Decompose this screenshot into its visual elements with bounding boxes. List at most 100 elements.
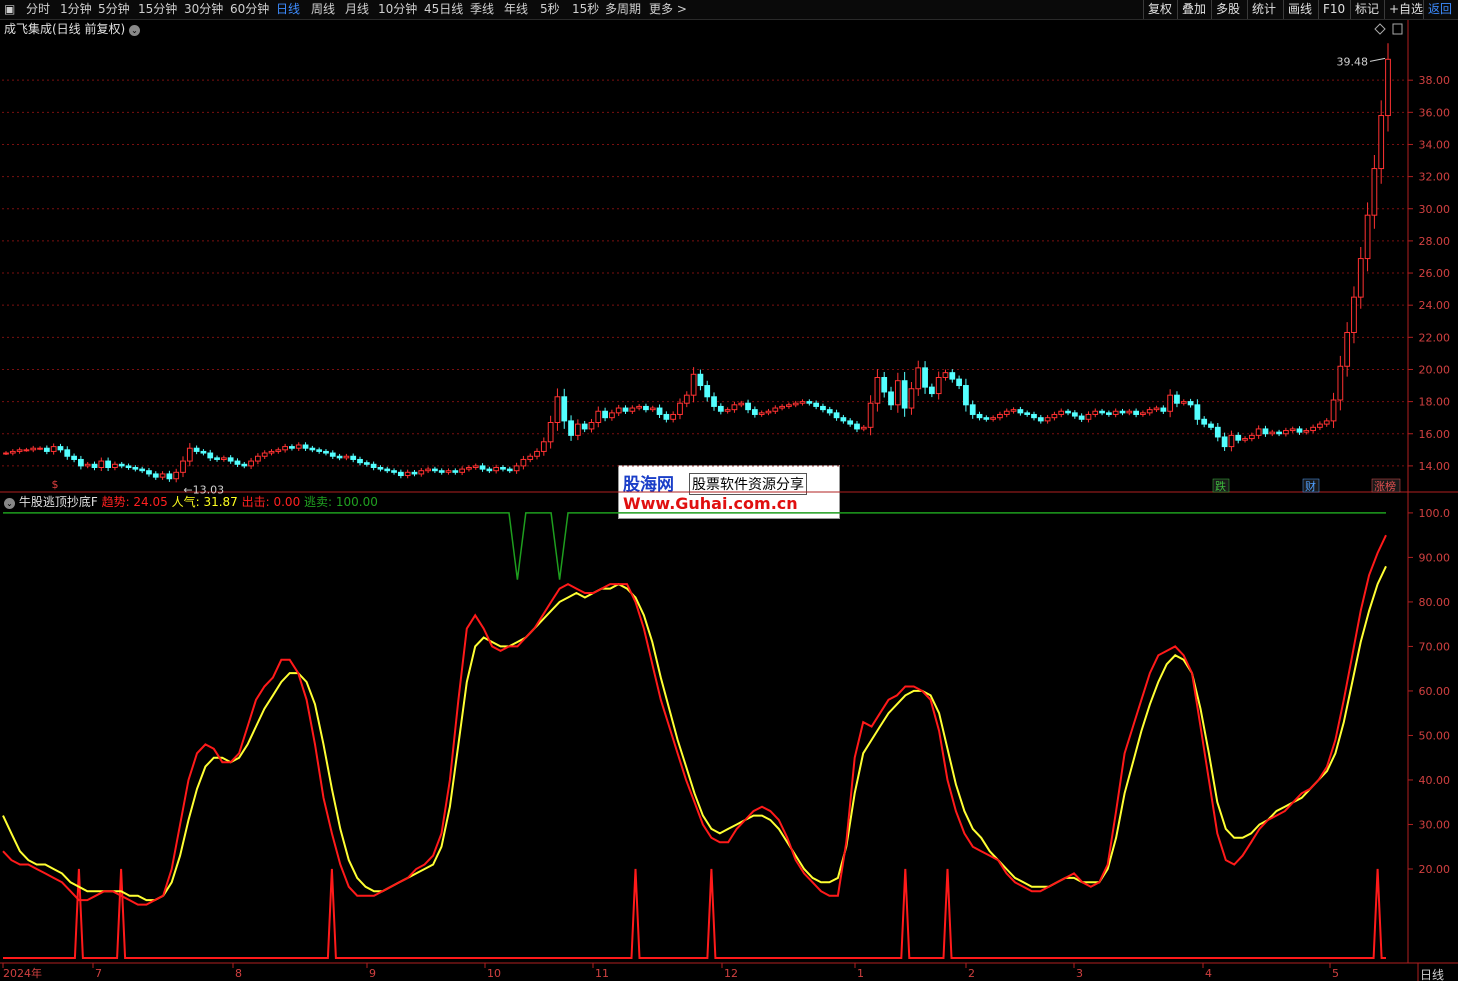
candle-body [1228,434,1235,448]
candle-body [1044,417,1051,422]
candle-body [166,473,173,480]
candle-body [881,377,888,393]
candle-body [867,402,874,428]
candle-body [268,450,275,454]
attack-signal-line [3,868,1386,959]
trend-line [2,534,1387,906]
candle-body [37,447,43,450]
candle-body [377,467,384,470]
candle-body [527,455,534,460]
candle-body [1255,428,1262,436]
candle-body [1024,412,1031,415]
candle-body [1317,423,1323,428]
price-tick-label: 34.00 [1419,138,1451,151]
event-tag-0: 跌 [1215,479,1226,493]
candle-body [500,467,506,470]
candle-body [438,470,445,473]
candle-body [1078,415,1085,420]
candle-body [1105,412,1112,415]
candle-body [1133,410,1139,415]
candle-body [554,396,561,423]
candle-body [1269,431,1276,435]
candle-body [57,446,64,451]
candle-body [670,413,677,420]
indicator-tick-label: 30.00 [1419,818,1451,831]
candle-body [1112,410,1119,415]
candle-body [186,447,193,462]
candle-body [683,394,690,404]
price-tick-label: 16.00 [1419,428,1451,441]
candle-body [357,458,363,464]
candle-body [173,471,180,480]
indicator-tick-label: 50.00 [1419,729,1451,742]
candle-body [711,396,717,407]
date-label-1: 7 [95,967,102,980]
candle-body [813,402,820,407]
candle-body [513,465,520,472]
candle-body [956,378,962,387]
diamond-icon [1374,23,1386,35]
candle-body [486,468,493,472]
candle-body [833,412,840,419]
candle-body [1289,428,1296,432]
candle-body [241,463,248,467]
candle-body [724,409,731,412]
price-tick-label: 24.00 [1419,299,1451,312]
candle-body [452,470,459,473]
date-label-5: 11 [595,967,609,980]
candle-body [384,468,391,472]
date-label-8: 2 [968,967,975,980]
candle-body [663,413,670,420]
candle-body [697,373,704,387]
price-tick-label: 38.00 [1419,74,1451,87]
date-label-11: 5 [1332,967,1339,980]
candle-body [1337,365,1344,401]
candle-body [922,367,928,388]
candle-body [159,473,166,478]
candle-body [1364,214,1371,260]
candle-body [1167,394,1174,412]
candle-body [677,402,683,415]
date-label-7: 1 [857,967,864,980]
candle-body [472,465,479,468]
candle-body [391,470,397,473]
candle-body [820,405,826,411]
chart-canvas[interactable]: 14.00 16.00 18.00 20.00 22.00 24.00 26.00 28.00… [0,0,1458,981]
candle-body [1214,426,1221,438]
candle-body [139,468,146,472]
candle-body [64,449,71,457]
candle-body [595,410,602,423]
candle-body [506,468,513,472]
indicator-tick-label: 60.00 [1419,685,1451,698]
price-tick-label: 30.00 [1419,203,1451,216]
candle-body [738,402,745,406]
candle-body [214,457,220,460]
candle-body [731,404,738,411]
candle-body [540,441,547,452]
candle-body [1351,296,1357,333]
candle-body [622,407,629,412]
candle-body [316,449,323,452]
candle-body [860,426,867,430]
candle-body [23,449,30,452]
candle-body [874,377,881,404]
date-label-6: 12 [724,967,738,980]
candle-body [1310,426,1316,432]
candle-body [609,412,615,419]
candle-body [43,447,50,452]
candle-body [901,380,908,409]
candle-body [112,463,118,468]
candle-body [854,423,860,430]
candle-body [581,423,588,430]
candle-body [588,422,595,430]
candle-body [207,452,214,459]
candle-body [493,467,500,472]
candle-body [118,463,125,467]
date-label-9: 3 [1076,967,1083,980]
candle-body [466,467,472,470]
candle-body [908,388,915,409]
candle-body [765,410,772,414]
indicator-tick-label: 90.00 [1419,551,1451,564]
candle-body [98,460,105,469]
candle-body [9,450,16,454]
